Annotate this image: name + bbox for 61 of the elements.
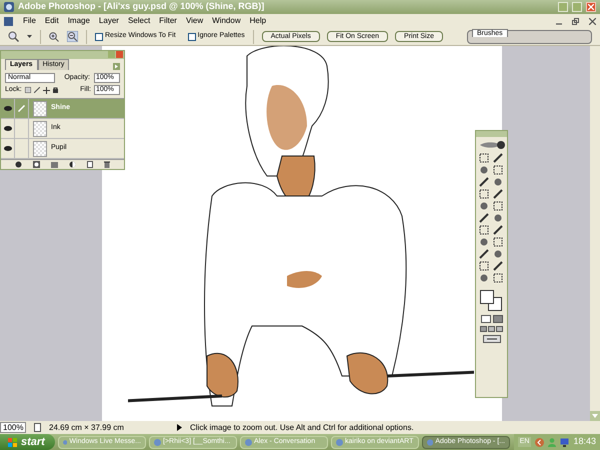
restore-document-icon[interactable] <box>572 18 579 24</box>
menu-item[interactable]: Image <box>68 15 90 27</box>
layer-thumbnail <box>33 140 47 156</box>
menu-item[interactable]: File <box>23 15 36 27</box>
panel-menu-icon[interactable] <box>113 63 120 70</box>
eye-icon[interactable] <box>4 146 12 151</box>
jump-to-icon[interactable] <box>482 335 500 343</box>
standard-mode-button[interactable] <box>480 315 490 323</box>
adjustment-icon[interactable] <box>69 161 76 168</box>
close-button[interactable] <box>586 2 596 12</box>
menu-item[interactable]: Filter <box>159 15 177 27</box>
zoom-out-icon[interactable] <box>67 31 78 42</box>
layer-style-icon[interactable] <box>14 161 22 168</box>
feather-logo-icon[interactable] <box>478 140 506 150</box>
play-icon[interactable] <box>177 424 182 431</box>
window-title: Adobe Photoshop - [Ali'xs guy.psd @ 100% (Shine, RGB)] <box>18 0 266 14</box>
brush-icon[interactable] <box>34 87 40 93</box>
marquee-tool-icon[interactable] <box>479 153 490 163</box>
status-hint: Click image to zoom out. Use Alt and Ctrl for additional options. <box>190 422 414 434</box>
menu-item[interactable]: Help <box>250 15 266 27</box>
app-icon <box>154 438 161 446</box>
clock: 18:43 <box>573 435 596 448</box>
mask-icon[interactable] <box>32 161 40 168</box>
checkbox[interactable] <box>188 32 196 40</box>
app-icon <box>427 438 434 446</box>
zoom-in-icon[interactable] <box>49 32 59 42</box>
checkbox[interactable] <box>95 32 103 40</box>
lock-icon[interactable] <box>52 87 58 93</box>
app-icon <box>4 2 14 12</box>
layer-thumbnail <box>33 120 47 136</box>
app-icon <box>63 438 68 446</box>
menu-item[interactable]: Layer <box>98 15 119 27</box>
close-icon <box>588 4 594 10</box>
brush-tool-icon[interactable] <box>493 189 504 199</box>
windows-logo-icon <box>8 438 17 446</box>
eye-icon[interactable] <box>4 106 12 111</box>
foreground-color-swatch[interactable] <box>480 290 494 304</box>
new-layer-icon[interactable] <box>87 161 94 168</box>
app-icon <box>336 438 343 446</box>
menu-item[interactable]: Window <box>212 15 241 27</box>
menu-item[interactable]: View <box>186 15 204 27</box>
scroll-bar[interactable] <box>590 46 600 421</box>
document-info-icon[interactable] <box>34 423 41 432</box>
eye-icon[interactable] <box>4 126 12 131</box>
layer-thumbnail <box>33 100 47 116</box>
zoom-field[interactable]: 100% <box>0 422 26 433</box>
app-icon <box>245 438 252 446</box>
monitor-icon[interactable] <box>560 438 570 446</box>
start-label: start <box>21 434 45 450</box>
trash-icon[interactable] <box>104 161 110 168</box>
move-icon[interactable] <box>42 86 50 94</box>
back-arrow-icon[interactable] <box>535 438 544 446</box>
start-button[interactable]: start <box>0 434 55 450</box>
close-document-icon[interactable] <box>589 18 596 24</box>
document-icon <box>4 16 13 26</box>
document-size: 24.69 cm × 37.99 cm <box>49 422 125 434</box>
menu-item[interactable]: Select <box>128 15 150 27</box>
menu-item[interactable]: Edit <box>44 15 59 27</box>
caret-icon[interactable] <box>27 35 32 38</box>
lock-transparency-icon[interactable] <box>24 87 31 93</box>
quick-mask-button[interactable] <box>492 315 502 323</box>
